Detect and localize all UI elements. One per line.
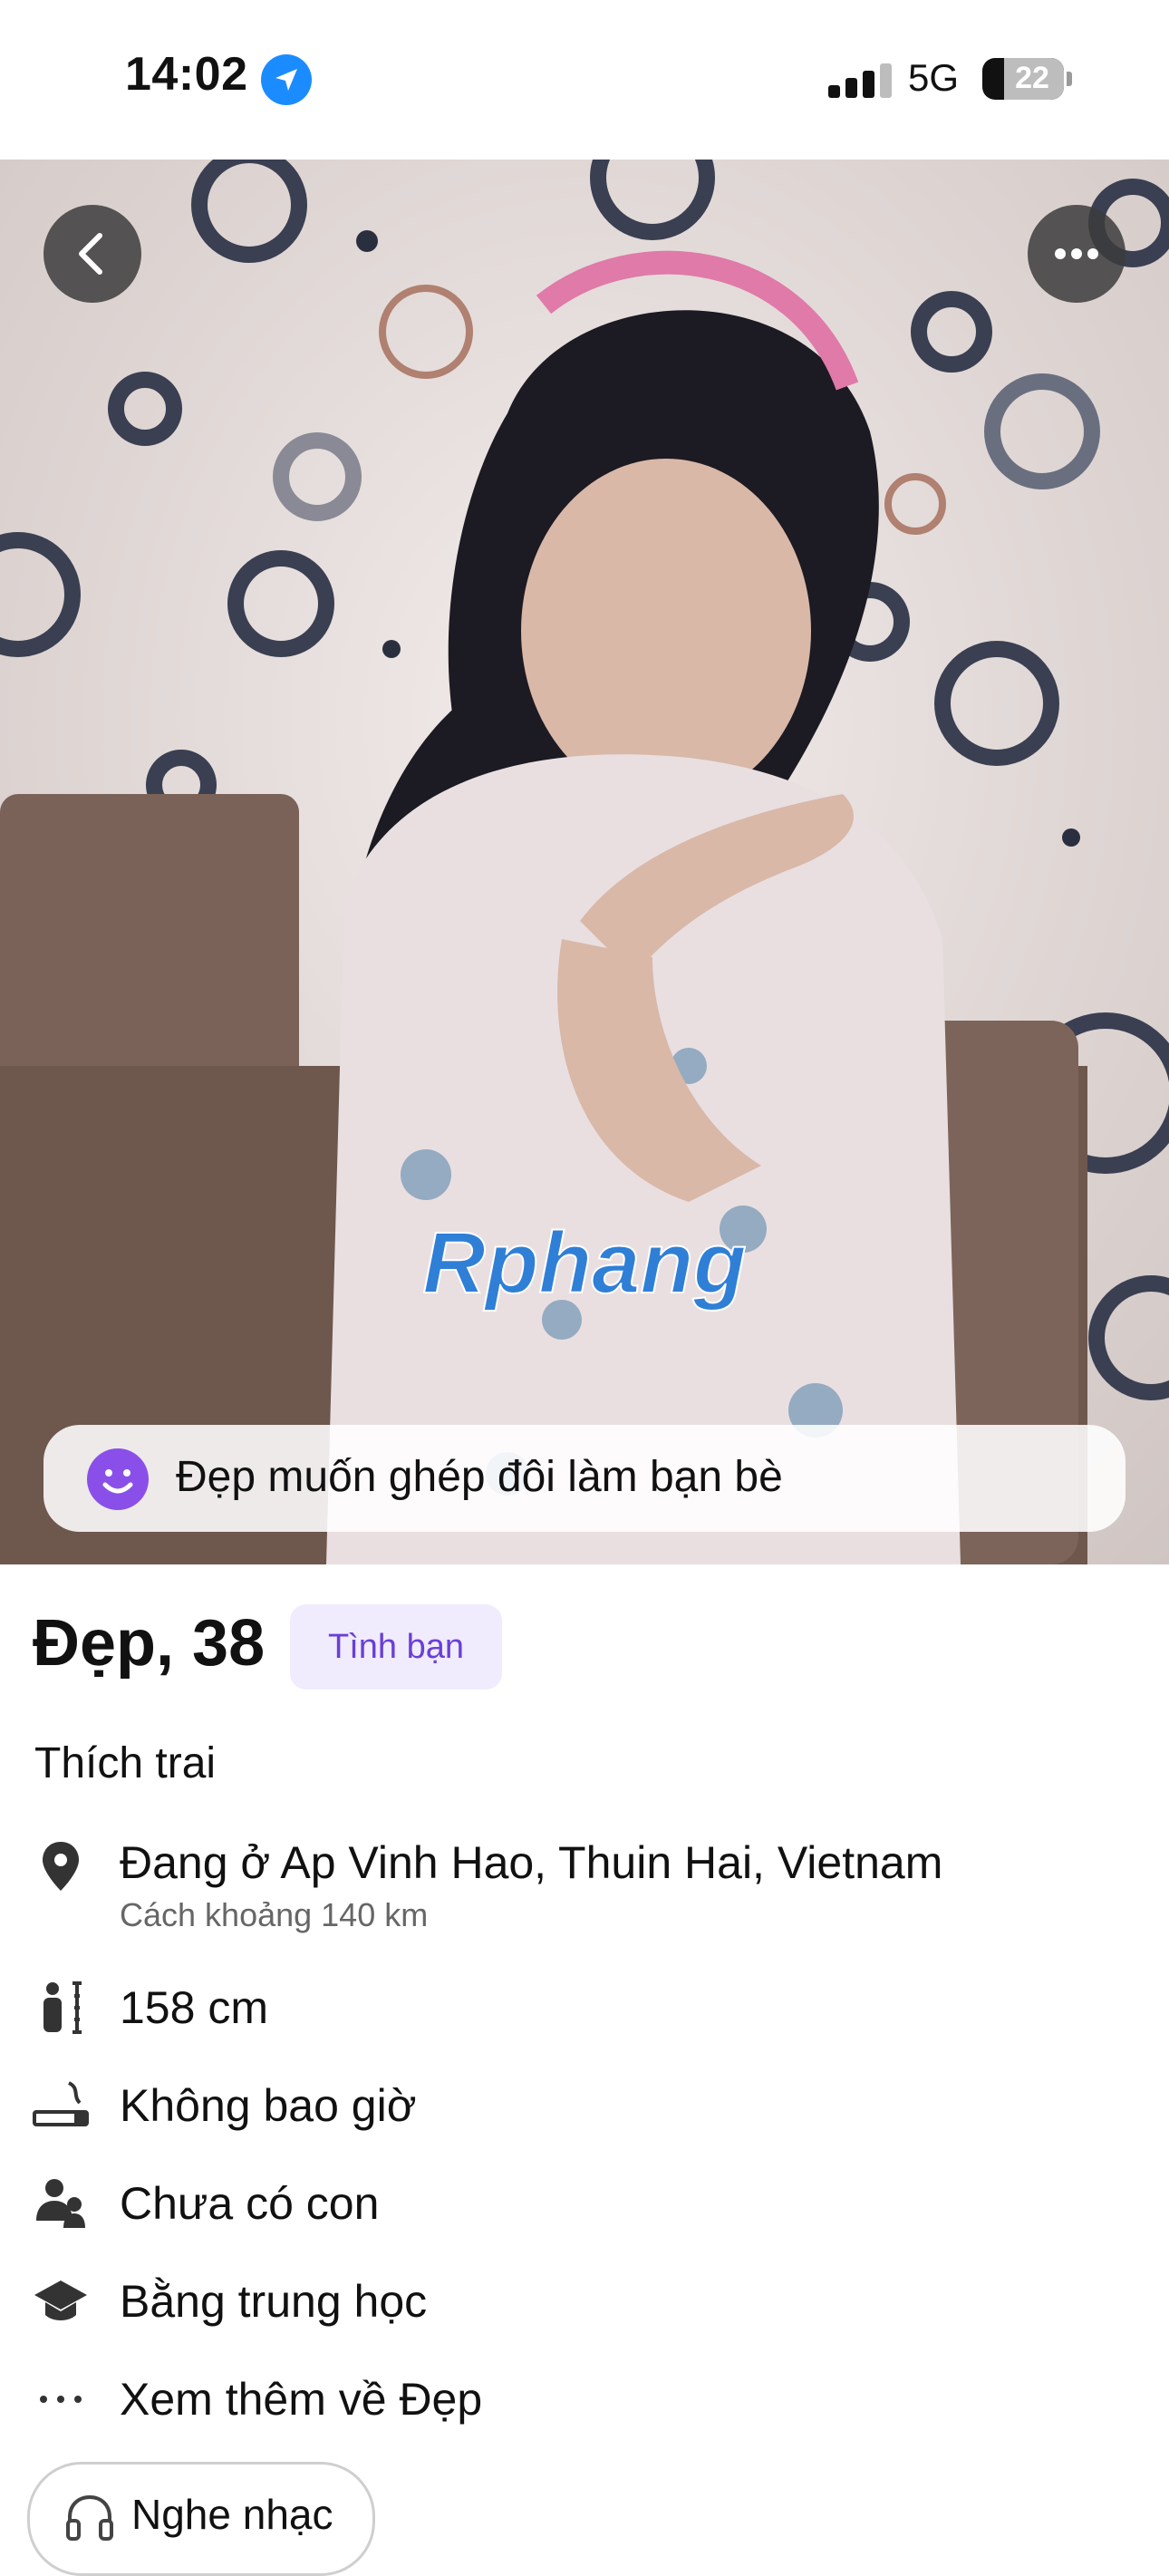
detail-smoking-label: Không bao giờ	[120, 2080, 417, 2131]
height-icon	[43, 1981, 82, 2034]
detail-children-label: Chưa có con	[120, 2178, 380, 2229]
relationship-tag-label: Tình bạn	[328, 1628, 464, 1666]
children-icon	[36, 2179, 85, 2228]
back-button[interactable]	[43, 205, 141, 303]
headphones-icon	[66, 2494, 113, 2541]
network-type: 5G	[908, 56, 960, 99]
interest-label: Nghe nhạc	[131, 2491, 333, 2538]
battery-level: 22	[1015, 61, 1049, 95]
profile-name-row: Đẹp, 38	[33, 1606, 265, 1680]
preference-text: Thích trai	[34, 1739, 217, 1787]
status-time: 14:02	[125, 48, 248, 101]
smoking-icon	[33, 2081, 89, 2126]
status-bar: 14:02 5G 22	[0, 0, 1169, 160]
more-dots-icon	[1055, 248, 1098, 259]
detail-education-label: Bằng trung học	[120, 2276, 428, 2327]
photo-illustration: Rphang	[0, 160, 1169, 1564]
smile-icon	[87, 1448, 149, 1510]
location-pin-icon	[43, 1842, 79, 1891]
detail-distance: Cách khoảng 140 km	[120, 1896, 429, 1933]
location-arrow-icon	[261, 54, 312, 105]
battery-tip	[1067, 72, 1072, 86]
chevron-left-icon	[79, 233, 102, 275]
detail-height-label: 158 cm	[120, 1982, 268, 2033]
relationship-tag: Tình bạn	[290, 1604, 502, 1690]
watermark-logo: Rphang	[422, 1215, 746, 1312]
match-prompt-text: Đẹp muốn ghép đôi làm bạn bè	[176, 1453, 783, 1501]
interest-chip[interactable]: Nghe nhạc	[27, 2462, 375, 2576]
cellular-signal-icon	[828, 63, 892, 98]
detail-location-label: Đang ở Ap Vinh Hao, Thuin Hai, Vietnam	[120, 1837, 943, 1888]
battery-icon: 22	[982, 58, 1064, 100]
profile-name-age: Đẹp, 38	[33, 1607, 266, 1680]
more-options-button[interactable]	[1028, 205, 1126, 303]
profile-photo[interactable]: Rphang Đẹp muốn ghép đôi làm bạn bè	[0, 160, 1169, 1564]
see-more-label: Xem thêm về Đẹp	[120, 2374, 483, 2425]
match-prompt-banner[interactable]: Đẹp muốn ghép đôi làm bạn bè	[43, 1425, 1126, 1532]
education-icon	[34, 2281, 87, 2320]
more-dots-icon	[40, 2396, 82, 2403]
